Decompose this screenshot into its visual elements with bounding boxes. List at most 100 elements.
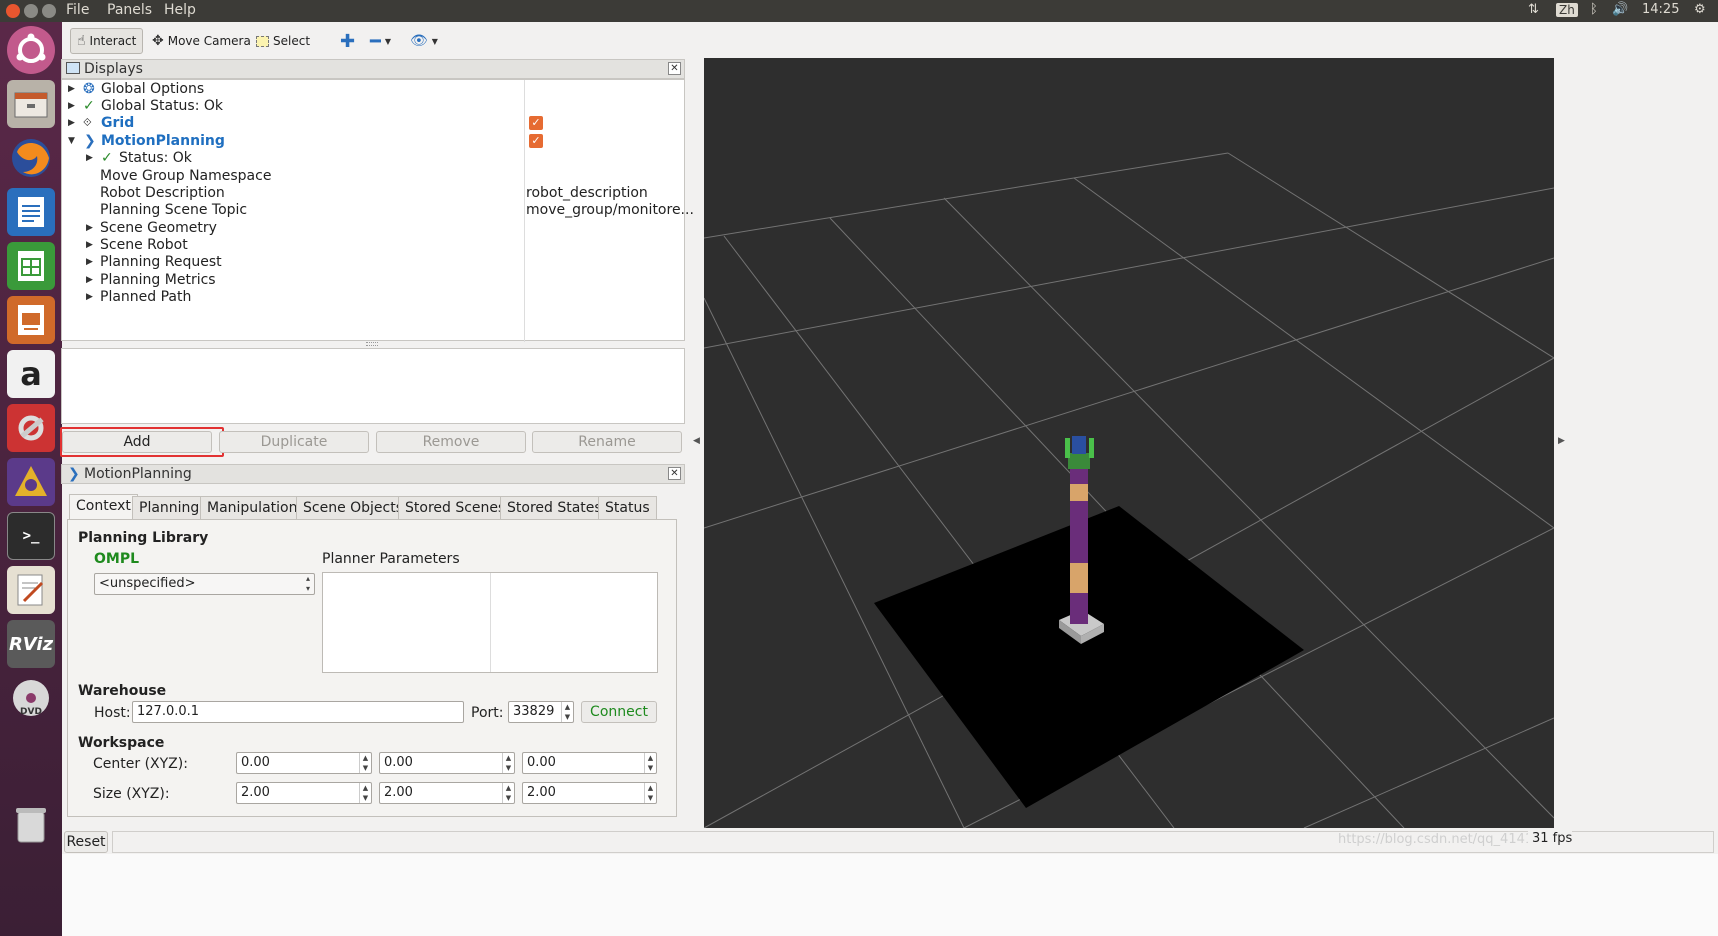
expand-arrow-icon[interactable]: ▶ <box>68 97 75 115</box>
port-spinbox[interactable]: 33829 ▲ ▼ <box>508 701 574 723</box>
displays-title: Displays <box>84 61 143 77</box>
spin-arrows-icon[interactable]: ▲ ▼ <box>359 783 371 803</box>
reset-button[interactable]: Reset <box>64 831 108 853</box>
close-icon[interactable]: ✕ <box>668 467 681 480</box>
terminal-icon[interactable]: >_ <box>7 512 55 560</box>
tree-row-scene-geometry[interactable]: ▶ Scene Geometry <box>62 219 684 237</box>
collapse-left-arrow-icon[interactable]: ◀ <box>693 436 700 446</box>
tree-row-grid[interactable]: ▶ ⟐ Grid ✓ <box>62 114 684 132</box>
size-x-spinbox[interactable]: 2.00 ▲ ▼ <box>236 782 372 804</box>
expand-arrow-icon[interactable]: ▶ <box>68 114 75 132</box>
planner-select[interactable]: <unspecified> ▴ ▾ <box>94 573 315 595</box>
move-camera-tool-button[interactable]: ✥ Move Camera <box>146 28 257 54</box>
amazon-icon[interactable]: a <box>7 350 55 398</box>
center-x-spinbox[interactable]: 0.00 ▲ ▼ <box>236 752 372 774</box>
host-input[interactable]: 127.0.0.1 <box>132 701 464 723</box>
bluetooth-icon[interactable]: ᛒ <box>1590 2 1598 17</box>
expand-arrow-icon[interactable]: ▶ <box>86 253 93 271</box>
tree-row-planning-request[interactable]: ▶ Planning Request <box>62 253 684 271</box>
tool-properties-eye-icon[interactable]: 👁 ▼ <box>404 28 444 54</box>
spin-arrows-icon[interactable]: ▲ ▼ <box>502 783 514 803</box>
center-y-spinbox[interactable]: 0.00 ▲ ▼ <box>379 752 515 774</box>
menu-help[interactable]: Help <box>164 2 196 18</box>
add-tool-plus-icon[interactable]: ✚ <box>334 28 361 54</box>
tree-label: Planning Metrics <box>100 272 216 288</box>
volume-icon[interactable]: 🔊 <box>1612 2 1628 17</box>
spin-arrows-icon[interactable]: ▲ ▼ <box>561 702 573 722</box>
tree-row-planning-scene-topic[interactable]: Planning Scene Topic move_group/monitore… <box>62 201 694 219</box>
grid-and-robot-scene <box>704 152 1554 828</box>
spin-arrows-icon[interactable]: ▲ ▼ <box>644 783 656 803</box>
text-editor-icon[interactable] <box>7 566 55 614</box>
expand-arrow-icon[interactable]: ▶ <box>86 288 93 306</box>
grid-enabled-checkbox[interactable]: ✓ <box>529 116 543 130</box>
close-icon[interactable]: ✕ <box>668 62 681 75</box>
network-icon[interactable]: ⇅ <box>1528 2 1539 17</box>
tab-status[interactable]: Status <box>598 496 657 520</box>
motion-planning-enabled-checkbox[interactable]: ✓ <box>529 134 543 148</box>
3d-render-viewport[interactable] <box>704 58 1554 828</box>
tree-row-global-options[interactable]: ▶ ❂ Global Options <box>62 80 684 98</box>
spin-arrows-icon[interactable]: ▲ ▼ <box>644 753 656 773</box>
collapse-arrow-icon[interactable]: ▼ <box>68 132 75 150</box>
tab-scene-objects[interactable]: Scene Objects <box>296 496 411 520</box>
tab-stored-states[interactable]: Stored States <box>500 496 609 520</box>
expand-arrow-icon[interactable]: ▶ <box>86 219 93 237</box>
files-icon[interactable] <box>7 80 55 128</box>
tab-context[interactable]: Context <box>69 494 138 520</box>
system-settings-icon[interactable] <box>7 404 55 452</box>
remove-display-button[interactable]: Remove <box>376 431 526 453</box>
tree-row-motion-planning[interactable]: ▼ ❯ MotionPlanning ✓ <box>62 132 684 150</box>
size-y-spinbox[interactable]: 2.00 ▲ ▼ <box>379 782 515 804</box>
tree-value[interactable]: move_group/monitore... <box>526 201 694 219</box>
tree-row-planning-metrics[interactable]: ▶ Planning Metrics <box>62 271 684 289</box>
expand-arrow-icon[interactable]: ▶ <box>68 80 75 98</box>
expand-arrow-icon[interactable]: ▶ <box>86 271 93 289</box>
splitter-handle[interactable] <box>366 342 378 346</box>
expand-arrow-icon[interactable]: ▶ <box>86 149 93 167</box>
tree-row-move-group-namespace[interactable]: Move Group Namespace <box>62 167 684 185</box>
select-tool-button[interactable]: Select <box>250 28 316 54</box>
connect-button[interactable]: Connect <box>581 701 657 723</box>
writer-icon[interactable] <box>7 188 55 236</box>
window-maximize-button[interactable] <box>42 4 56 18</box>
tab-planning[interactable]: Planning <box>132 496 207 520</box>
calc-icon[interactable] <box>7 242 55 290</box>
tree-row-robot-description[interactable]: Robot Description robot_description <box>62 184 684 202</box>
input-language-indicator[interactable]: Zh <box>1556 3 1578 17</box>
tree-row-planned-path[interactable]: ▶ Planned Path <box>62 288 684 306</box>
window-close-button[interactable] <box>6 4 20 18</box>
rqt-icon[interactable] <box>7 458 55 506</box>
trash-icon[interactable] <box>7 800 55 848</box>
window-minimize-button[interactable] <box>24 4 38 18</box>
tree-value[interactable]: robot_description <box>526 184 648 202</box>
tree-row-scene-robot[interactable]: ▶ Scene Robot <box>62 236 684 254</box>
tree-row-global-status[interactable]: ▶ ✓ Global Status: Ok <box>62 97 684 115</box>
dvd-icon[interactable]: DVD <box>7 674 55 722</box>
settings-gear-icon[interactable]: ⚙ <box>1694 2 1706 17</box>
tree-row-status[interactable]: ▶ ✓ Status: Ok <box>62 149 684 167</box>
duplicate-display-button[interactable]: Duplicate <box>219 431 369 453</box>
size-z-spinbox[interactable]: 2.00 ▲ ▼ <box>522 782 657 804</box>
center-y-value: 0.00 <box>384 755 413 770</box>
spin-arrows-icon[interactable]: ▲ ▼ <box>359 753 371 773</box>
ubuntu-logo-icon[interactable] <box>7 26 55 74</box>
center-z-spinbox[interactable]: 0.00 ▲ ▼ <box>522 752 657 774</box>
planner-parameters-table[interactable] <box>322 572 658 673</box>
clock[interactable]: 14:25 <box>1642 2 1679 17</box>
rviz-icon[interactable]: RViz <box>7 620 55 668</box>
spin-arrows-icon[interactable]: ▲ ▼ <box>502 753 514 773</box>
collapse-right-arrow-icon[interactable]: ▶ <box>1558 436 1565 446</box>
menu-file[interactable]: File <box>66 2 89 18</box>
library-name-label: OMPL <box>94 551 140 567</box>
menu-panels[interactable]: Panels <box>107 2 152 18</box>
dropdown-updown-icon: ▴ ▾ <box>305 574 310 593</box>
expand-arrow-icon[interactable]: ▶ <box>86 236 93 254</box>
remove-tool-minus-icon[interactable]: ━ ▼ <box>364 28 397 54</box>
firefox-icon[interactable] <box>7 134 55 182</box>
impress-icon[interactable] <box>7 296 55 344</box>
tab-manipulation[interactable]: Manipulation <box>200 496 305 520</box>
rename-display-button[interactable]: Rename <box>532 431 682 453</box>
interact-tool-button[interactable]: ☝ Interact <box>70 28 144 54</box>
tab-stored-scenes[interactable]: Stored Scenes <box>398 496 513 520</box>
